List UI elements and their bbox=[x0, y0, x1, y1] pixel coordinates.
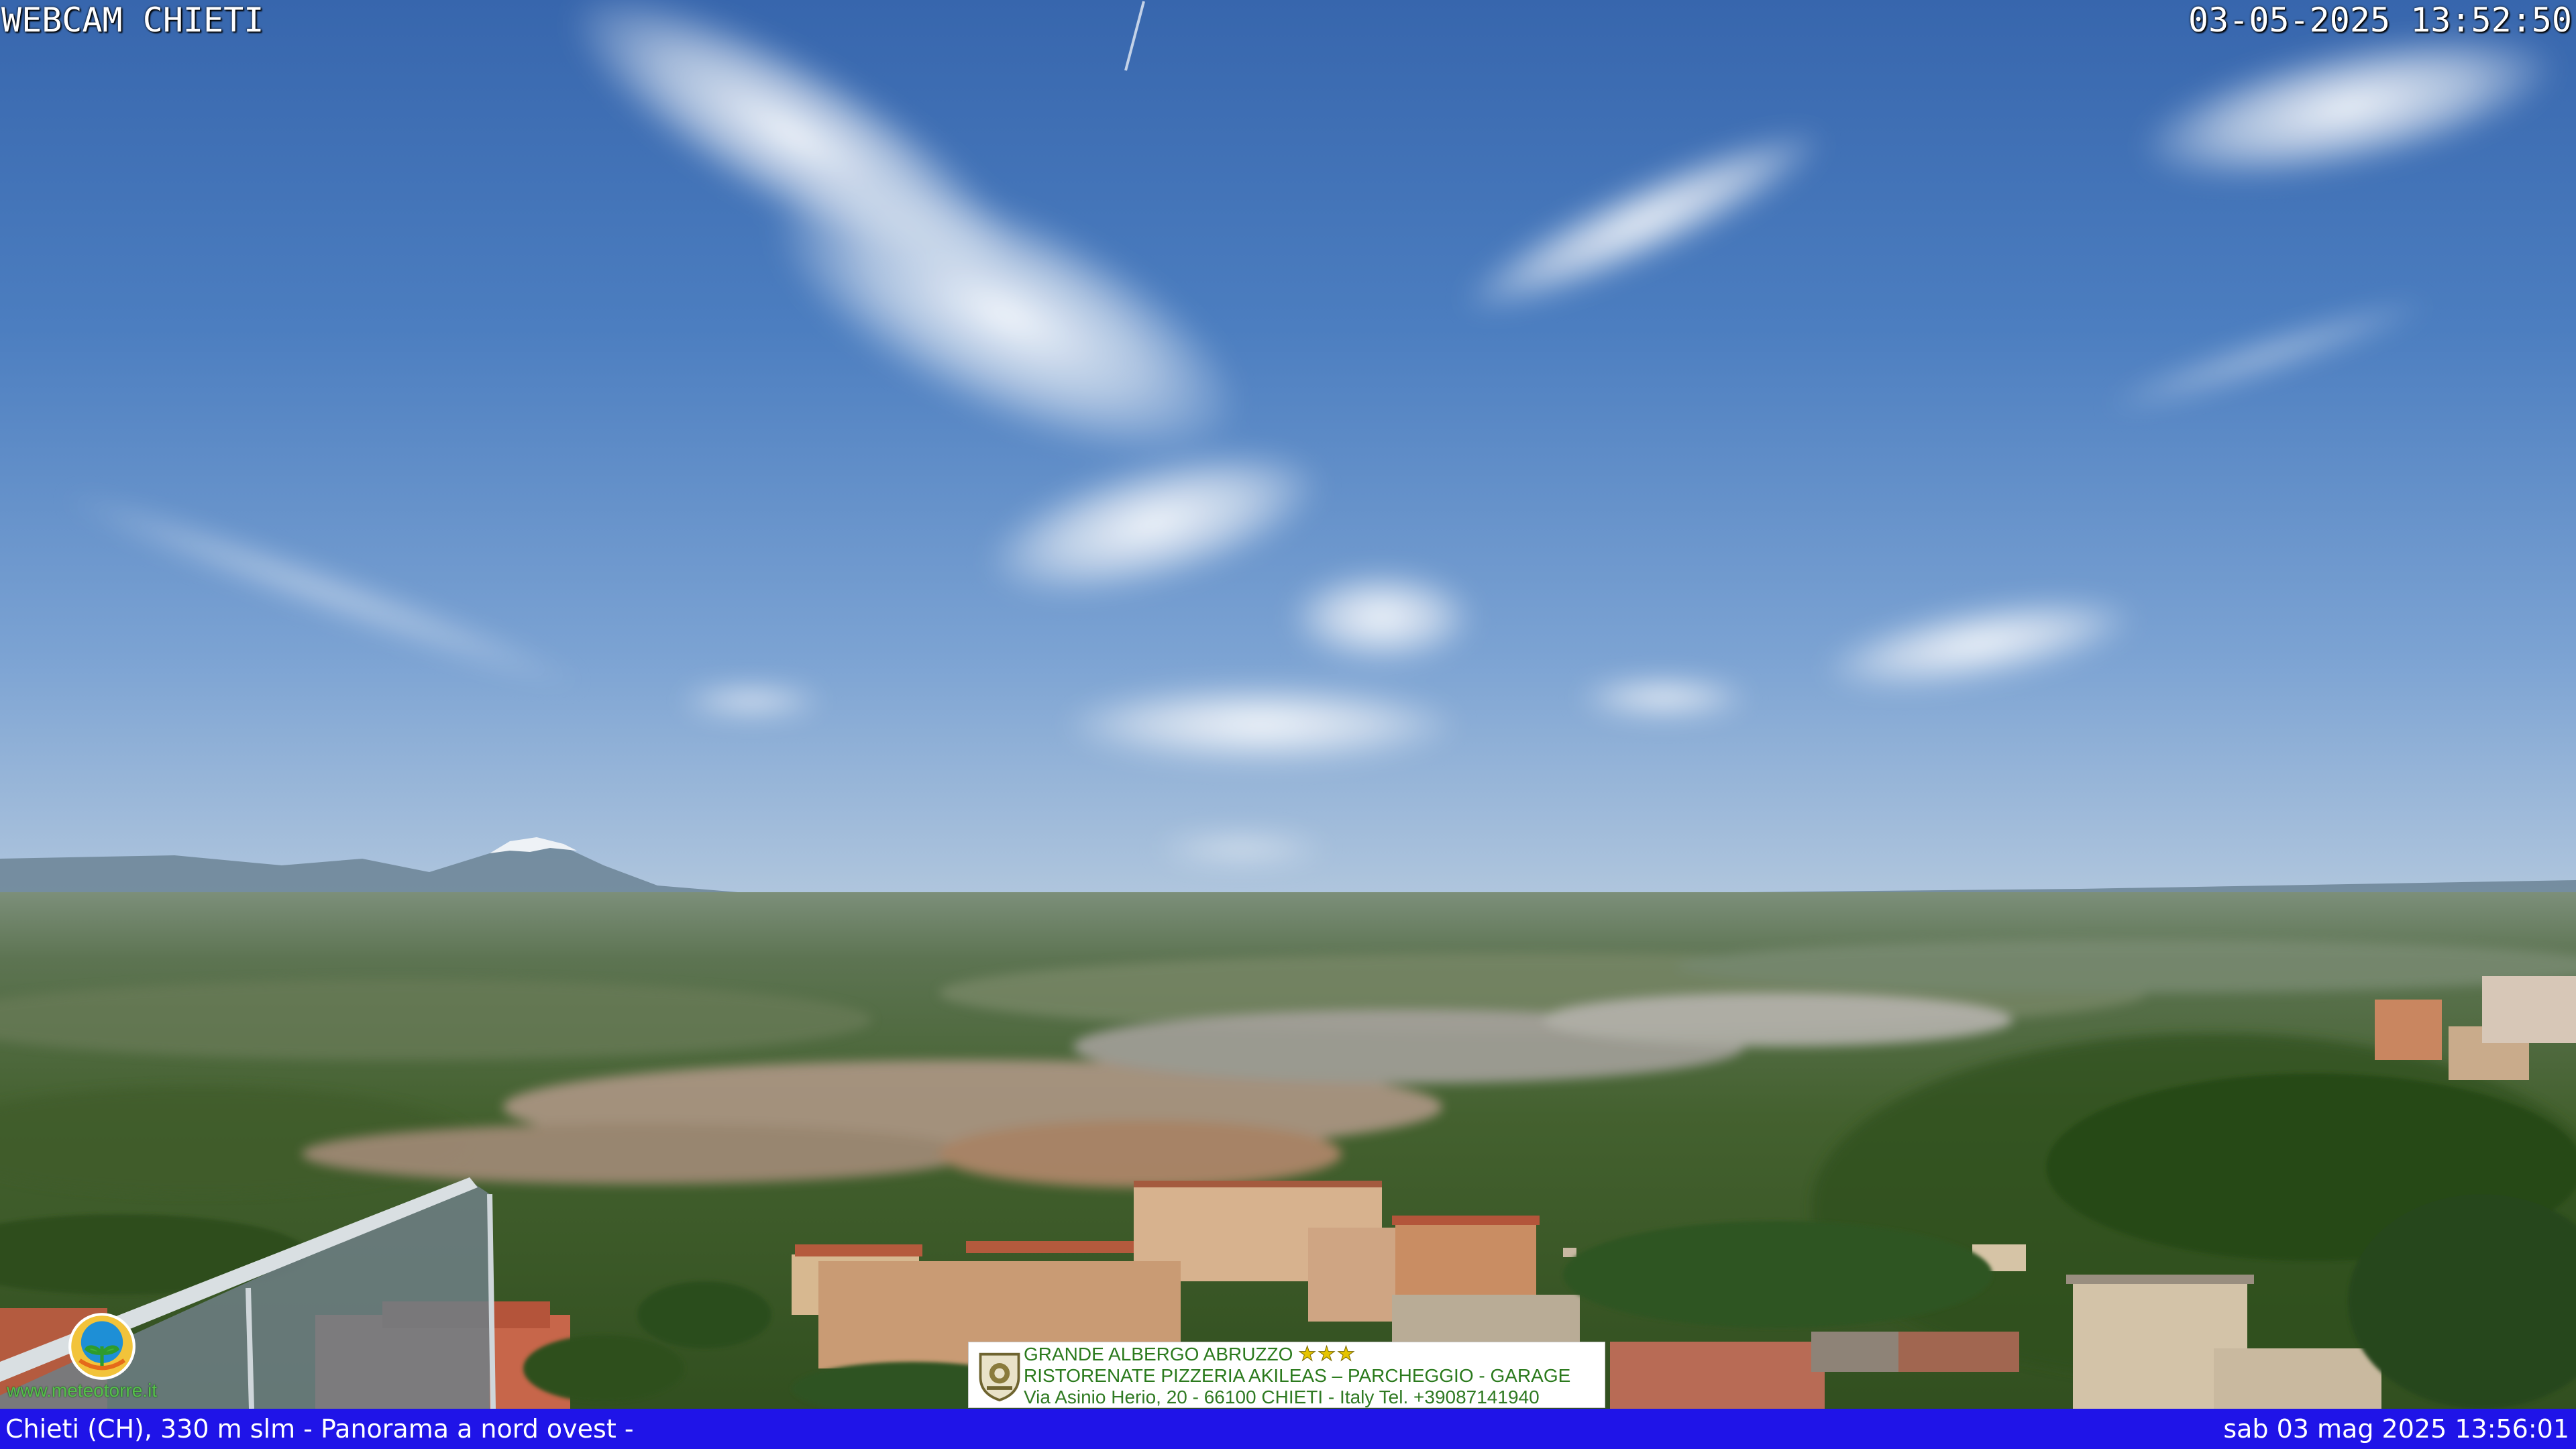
weather-logo-icon bbox=[68, 1313, 136, 1380]
hotel-crest-icon bbox=[979, 1352, 1020, 1402]
location-caption: Chieti (CH), 330 m slm - Panorama a nord… bbox=[5, 1414, 634, 1444]
capture-timestamp: 03-05-2025 13:52:50 bbox=[2188, 1, 2572, 40]
ad-hotel-name: GRANDE ALBERGO ABRUZZO bbox=[1024, 1344, 1293, 1364]
webcam-scene bbox=[0, 0, 2576, 1449]
watermark-url: www.meteotorre.it bbox=[7, 1380, 158, 1401]
hotel-advertisement: GRANDE ALBERGO ABRUZZO ★★★ RISTORENATE P… bbox=[968, 1342, 1605, 1408]
ad-address: Via Asinio Herio, 20 - 66100 CHIETI - It… bbox=[1024, 1387, 1540, 1407]
webcam-title: WEBCAM CHIETI bbox=[1, 1, 264, 40]
watermark: www.meteotorre.it bbox=[7, 1311, 215, 1405]
footer-bar: Chieti (CH), 330 m slm - Panorama a nord… bbox=[0, 1409, 2576, 1449]
rating-stars-icon: ★★★ bbox=[1298, 1343, 1356, 1365]
ad-services: RISTORENATE PIZZERIA AKILEAS – PARCHEGGI… bbox=[1024, 1365, 1571, 1386]
footer-datetime: sab 03 mag 2025 13:56:01 bbox=[2223, 1414, 2569, 1444]
